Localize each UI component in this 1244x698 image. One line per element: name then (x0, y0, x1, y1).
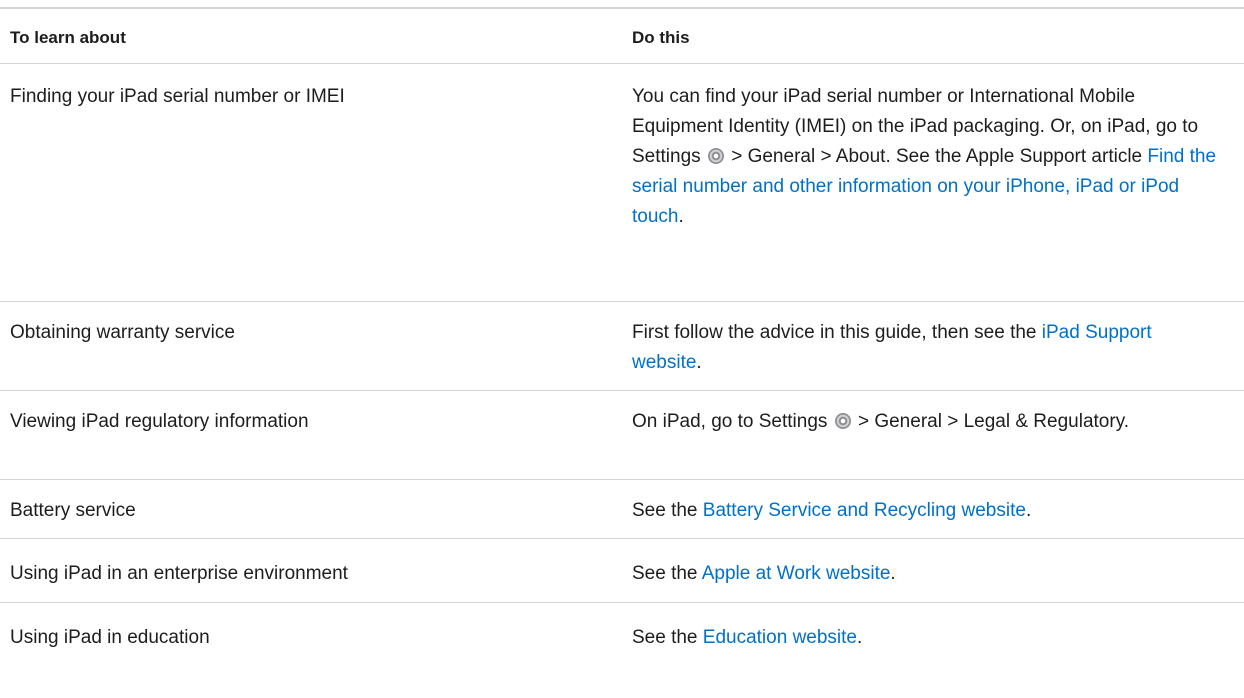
battery-service-website-link[interactable]: Battery Service and Recycling website (703, 500, 1026, 521)
apple-at-work-website-link[interactable]: Apple at Work website (702, 563, 891, 584)
action-text: > General > Legal & Regulatory. (852, 411, 1130, 432)
action-text: See the (632, 627, 703, 648)
action-text: . (696, 352, 702, 373)
action-text: . (890, 563, 896, 584)
action-cell: See the Apple at Work website. (622, 559, 1222, 590)
action-text: > General > About. See the Apple Support… (725, 146, 1148, 167)
action-cell: You can find your iPad serial number or … (622, 82, 1222, 289)
header-to-learn-about: To learn about (10, 28, 126, 47)
header-do-this: Do this (632, 28, 690, 47)
action-text: First follow the advice in this guide, t… (632, 322, 1042, 343)
action-cell: On iPad, go to Settings > General > Lega… (622, 407, 1222, 467)
settings-gear-icon (707, 148, 724, 164)
table-row: Battery service See the Battery Service … (0, 480, 1244, 539)
topic-cell: Viewing iPad regulatory information (10, 411, 309, 432)
topic-cell: Finding your iPad serial number or IMEI (10, 86, 345, 107)
action-text: On iPad, go to Settings (632, 411, 828, 432)
action-text: . (678, 206, 684, 227)
action-text: . (857, 627, 863, 648)
topic-cell: Battery service (10, 500, 136, 521)
table-row: Using iPad in an enterprise environment … (0, 539, 1244, 603)
action-cell: First follow the advice in this guide, t… (622, 318, 1222, 378)
topic-cell: Using iPad in education (10, 627, 210, 648)
support-info-table: To learn about Do this Finding your iPad… (0, 7, 1244, 667)
action-text: . (1025, 500, 1032, 521)
table-row: Finding your iPad serial number or IMEI … (0, 64, 1244, 302)
settings-gear-icon (834, 413, 851, 429)
education-website-link[interactable]: Education website (703, 627, 857, 648)
table-row: Viewing iPad regulatory information On i… (0, 391, 1244, 480)
table-row: Using iPad in education See the Educatio… (0, 603, 1244, 667)
action-text: See the (632, 500, 703, 521)
action-cell: See the Education website. (622, 623, 1222, 655)
table-header-row: To learn about Do this (0, 9, 1244, 64)
table-row: Obtaining warranty service First follow … (0, 302, 1244, 391)
topic-cell: Using iPad in an enterprise environment (10, 563, 348, 584)
action-text: See the (632, 563, 702, 584)
topic-cell: Obtaining warranty service (10, 322, 235, 343)
action-cell: See the Battery Service and Recycling we… (622, 496, 1222, 526)
